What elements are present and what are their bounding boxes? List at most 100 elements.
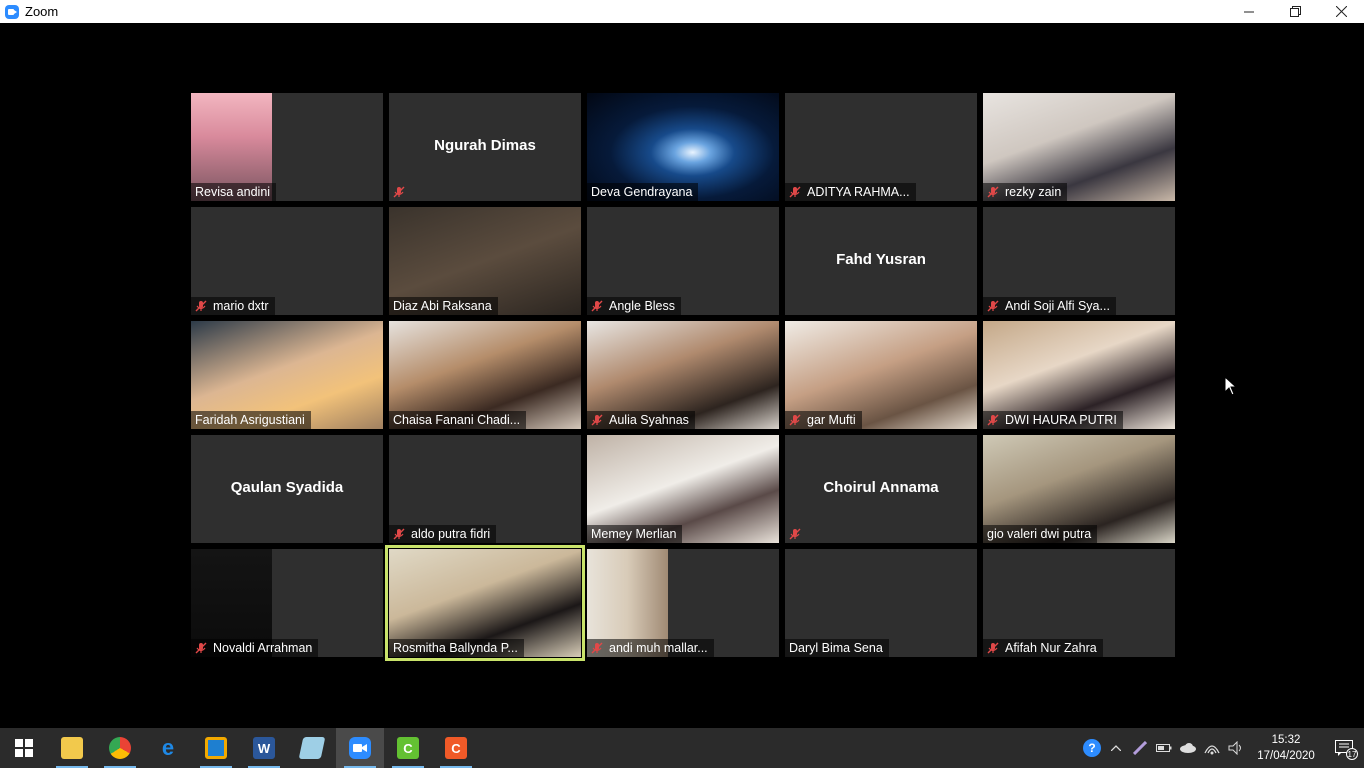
participant-nametag: Revisa andini [191, 183, 277, 201]
taskbar-word[interactable]: W [240, 728, 288, 768]
participant-name-center: Ngurah Dimas [434, 137, 536, 154]
action-center-button[interactable]: 17 [1324, 728, 1364, 768]
notification-count: 17 [1346, 748, 1358, 760]
participant-tile[interactable]: andi muh mallar... [587, 549, 779, 657]
participant-tile[interactable]: Ngurah Dimas [389, 93, 581, 201]
participant-name: Andi Soji Alfi Sya... [1005, 299, 1110, 313]
participant-tile[interactable]: Deva Gendrayana [587, 93, 779, 201]
participant-nametag: Daryl Bima Sena [785, 639, 889, 657]
participant-name: gio valeri dwi putra [987, 527, 1092, 541]
participant-nametag: Angle Bless [587, 297, 682, 315]
participant-name: Faridah Asrigustiani [195, 413, 305, 427]
file-explorer-icon [61, 737, 83, 759]
participant-tile[interactable]: Rosmitha Ballynda P... [385, 545, 585, 661]
participant-tile[interactable]: Chaisa Fanani Chadi... [389, 321, 581, 429]
participant-name: mario dxtr [213, 299, 269, 313]
participant-name: Diaz Abi Raksana [393, 299, 492, 313]
mic-muted-icon [789, 528, 801, 540]
camtasia-orange-icon: C [445, 737, 467, 759]
participant-nametag: mario dxtr [191, 297, 275, 315]
participant-nametag: DWI HAURA PUTRI [983, 411, 1123, 429]
clock-time: 15:32 [1271, 734, 1301, 746]
mic-muted-icon [195, 300, 207, 312]
participant-name: rezky zain [1005, 185, 1062, 199]
show-hidden-icons-button[interactable] [1104, 728, 1128, 768]
windows-app-icon [205, 737, 227, 759]
participant-tile[interactable]: Faridah Asrigustiani [191, 321, 383, 429]
participant-name: andi muh mallar... [609, 641, 708, 655]
participant-name: Aulia Syahnas [609, 413, 689, 427]
zoom-logo-icon [5, 4, 19, 19]
chevron-up-icon [1111, 745, 1121, 751]
taskbar-edge[interactable]: e [144, 728, 192, 768]
participant-grid: Revisa andini Ngurah Dimas Deva Gendrayana… [191, 93, 1175, 661]
participant-tile[interactable]: gar Mufti [785, 321, 977, 429]
mic-muted-icon [591, 642, 603, 654]
participant-tile[interactable]: Aulia Syahnas [587, 321, 779, 429]
participant-tile[interactable]: mario dxtr [191, 207, 383, 315]
participant-tile[interactable]: ADITYA RAHMA... [785, 93, 977, 201]
participant-nametag: Aulia Syahnas [587, 411, 695, 429]
mic-muted-icon [789, 414, 801, 426]
pen-tray-button[interactable] [1128, 728, 1152, 768]
participant-nametag [191, 525, 201, 543]
participant-tile[interactable]: gio valeri dwi putra [983, 435, 1175, 543]
mic-muted-icon [789, 186, 801, 198]
participant-name: Memey Merlian [591, 527, 677, 541]
participant-name: Rosmitha Ballynda P... [393, 641, 518, 655]
participant-nametag: ADITYA RAHMA... [785, 183, 916, 201]
pen-icon [1133, 741, 1147, 755]
participant-nametag: Andi Soji Alfi Sya... [983, 297, 1116, 315]
restore-icon [1289, 6, 1301, 17]
participant-tile[interactable]: Andi Soji Alfi Sya... [983, 207, 1175, 315]
taskbar-file-explorer[interactable] [48, 728, 96, 768]
taskbar-chrome[interactable] [96, 728, 144, 768]
edge-icon: e [161, 735, 175, 760]
participant-tile[interactable]: Fahd Yusran [785, 207, 977, 315]
help-tray-button[interactable]: ? [1080, 728, 1104, 768]
mic-muted-icon [393, 528, 405, 540]
start-button[interactable] [0, 728, 48, 768]
onedrive-tray-button[interactable] [1176, 728, 1200, 768]
taskbar-clock[interactable]: 15:32 17/04/2020 [1248, 732, 1324, 764]
minimize-icon [1243, 11, 1254, 13]
participant-nametag: Diaz Abi Raksana [389, 297, 498, 315]
minimize-button[interactable] [1226, 0, 1272, 23]
cloud-icon [1180, 743, 1196, 753]
close-button[interactable] [1318, 0, 1364, 23]
participant-name: gar Mufti [807, 413, 856, 427]
participant-tile[interactable]: Memey Merlian [587, 435, 779, 543]
taskbar-camtasia-green[interactable]: C [384, 728, 432, 768]
battery-tray-button[interactable] [1152, 728, 1176, 768]
participant-nametag [785, 297, 795, 315]
volume-tray-button[interactable] [1224, 728, 1248, 768]
participant-nametag: gar Mufti [785, 411, 862, 429]
clock-date: 17/04/2020 [1257, 750, 1315, 762]
participant-tile[interactable]: Angle Bless [587, 207, 779, 315]
participant-tile[interactable]: aldo putra fidri [389, 435, 581, 543]
participant-tile[interactable]: rezky zain [983, 93, 1175, 201]
participant-name: Novaldi Arrahman [213, 641, 313, 655]
taskbar-notes[interactable] [288, 728, 336, 768]
restore-button[interactable] [1272, 0, 1318, 23]
participant-tile[interactable]: Revisa andini [191, 93, 383, 201]
participant-nametag: Deva Gendrayana [587, 183, 699, 201]
battery-icon [1156, 744, 1172, 752]
participant-tile[interactable]: Afifah Nur Zahra [983, 549, 1175, 657]
participant-tile[interactable]: Daryl Bima Sena [785, 549, 977, 657]
windows-start-icon [15, 739, 33, 757]
participant-tile[interactable]: Choirul Annama [785, 435, 977, 543]
participant-name: Revisa andini [195, 185, 271, 199]
mic-muted-icon [393, 186, 405, 198]
participant-nametag: Novaldi Arrahman [191, 639, 319, 657]
wifi-tray-button[interactable] [1200, 728, 1224, 768]
taskbar-camtasia-orange[interactable]: C [432, 728, 480, 768]
participant-tile[interactable]: Novaldi Arrahman [191, 549, 383, 657]
participant-tile[interactable]: DWI HAURA PUTRI [983, 321, 1175, 429]
participant-tile[interactable]: Qaulan Syadida [191, 435, 383, 543]
taskbar-zoom[interactable] [336, 728, 384, 768]
mic-muted-icon [591, 414, 603, 426]
participant-tile[interactable]: Diaz Abi Raksana [389, 207, 581, 315]
taskbar-app[interactable] [192, 728, 240, 768]
participant-name: Deva Gendrayana [591, 185, 693, 199]
